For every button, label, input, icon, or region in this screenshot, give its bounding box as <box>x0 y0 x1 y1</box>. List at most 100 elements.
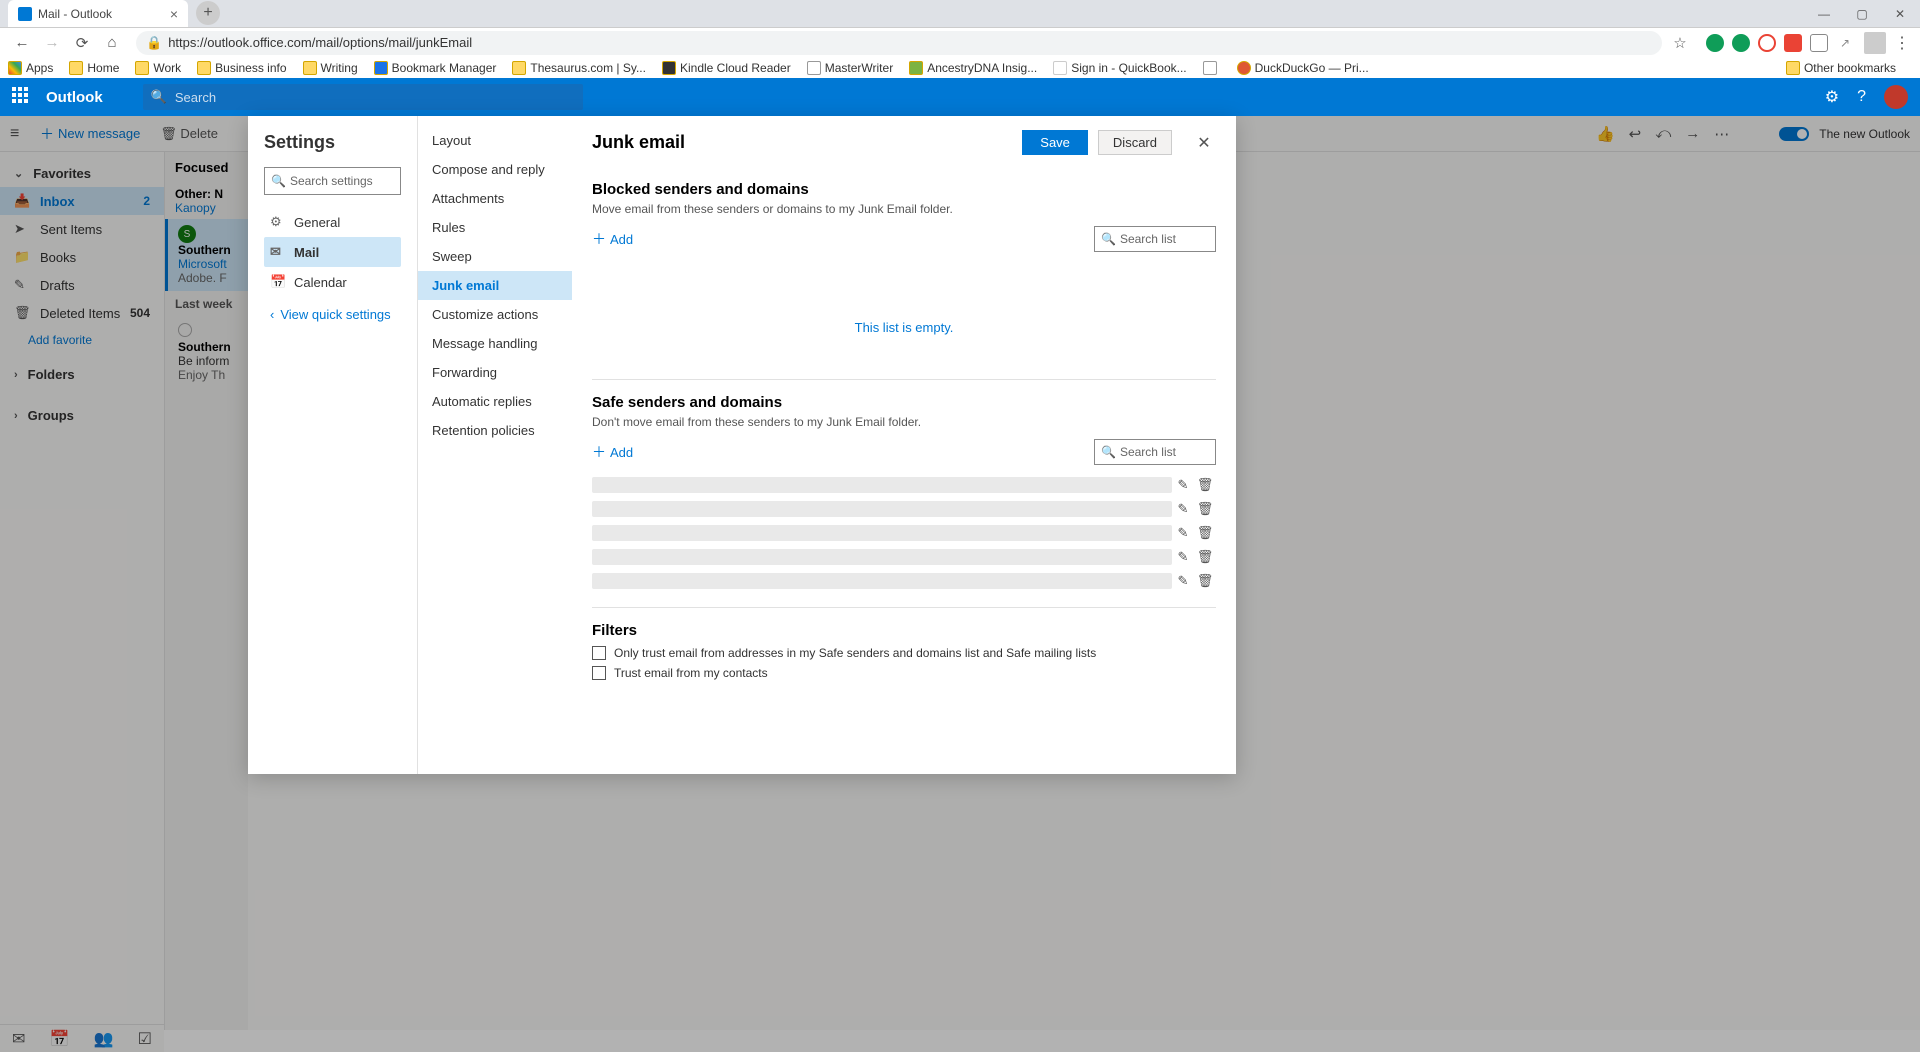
drafts-folder[interactable]: ✎Drafts <box>0 271 164 299</box>
edit-icon[interactable]: ✎ <box>1172 501 1194 517</box>
sub-message-handling[interactable]: Message handling <box>418 329 572 358</box>
browser-tab[interactable]: Mail - Outlook × <box>8 0 188 27</box>
discard-button[interactable]: Discard <box>1098 130 1172 155</box>
forward-button[interactable]: → <box>40 31 64 55</box>
add-safe-button[interactable]: ＋Add <box>592 442 633 462</box>
delete-icon[interactable]: 🗑 <box>1194 477 1216 493</box>
extension-icon[interactable]: ↗ <box>1836 34 1854 52</box>
tab-close-icon[interactable]: × <box>170 6 178 22</box>
edit-icon[interactable]: ✎ <box>1172 525 1194 541</box>
extension-icon[interactable] <box>1784 34 1802 52</box>
bookmark-item[interactable]: DuckDuckGo — Pri... <box>1237 61 1369 75</box>
extension-icon[interactable] <box>1758 34 1776 52</box>
hamburger-icon[interactable]: ≡ <box>10 125 28 143</box>
category-mail[interactable]: ✉Mail <box>264 237 401 267</box>
new-message-button[interactable]: ＋ New message <box>40 124 140 144</box>
bookmark-item[interactable]: AncestryDNA Insig... <box>909 61 1037 75</box>
sub-attachments[interactable]: Attachments <box>418 184 572 213</box>
edit-icon[interactable]: ✎ <box>1172 549 1194 565</box>
user-avatar[interactable] <box>1884 85 1908 109</box>
bookmark-item[interactable]: Work <box>135 61 181 75</box>
reload-button[interactable]: ⟳ <box>70 31 94 55</box>
inbox-folder[interactable]: 📥Inbox2 <box>0 187 164 215</box>
todo-module-icon[interactable]: ☑ <box>138 1029 152 1049</box>
search-box[interactable]: 🔍 Search <box>143 84 583 110</box>
close-icon[interactable]: ✕ <box>1192 133 1216 153</box>
reply-all-icon[interactable]: ⤺ <box>1655 125 1671 143</box>
sub-compose[interactable]: Compose and reply <box>418 155 572 184</box>
message-item[interactable]: Southern Be inform Enjoy Th <box>165 317 248 388</box>
bookmark-item[interactable]: Home <box>69 61 119 75</box>
bookmark-item[interactable]: Thesaurus.com | Sy... <box>512 61 646 75</box>
category-general[interactable]: ⚙General <box>264 207 401 237</box>
bookmark-item[interactable]: Business info <box>197 61 286 75</box>
reply-icon[interactable]: ↩ <box>1629 125 1642 143</box>
other-summary[interactable]: Other: N Kanopy <box>165 183 248 219</box>
checkbox[interactable] <box>592 666 606 680</box>
sub-automatic-replies[interactable]: Automatic replies <box>418 387 572 416</box>
bookmark-star-icon[interactable]: ☆ <box>1668 31 1692 55</box>
favorites-header[interactable]: ⌄Favorites <box>0 160 164 187</box>
message-item[interactable]: SSouthern Microsoft Adobe. F <box>165 219 248 291</box>
bookmark-item[interactable] <box>1203 61 1221 75</box>
settings-search-input[interactable]: 🔍 Search settings <box>264 167 401 195</box>
delete-icon[interactable]: 🗑 <box>1194 573 1216 589</box>
forward-icon[interactable]: → <box>1685 125 1700 143</box>
add-favorite-link[interactable]: Add favorite <box>0 327 164 353</box>
url-field[interactable]: 🔒 https://outlook.office.com/mail/option… <box>136 31 1662 55</box>
app-launcher-icon[interactable] <box>12 87 32 107</box>
bookmark-item[interactable]: Writing <box>303 61 358 75</box>
focused-tab[interactable]: Focused <box>175 160 228 175</box>
deleted-folder[interactable]: 🗑Deleted Items504 <box>0 299 164 327</box>
groups-header[interactable]: ›Groups <box>0 402 164 429</box>
mail-module-icon[interactable]: ✉ <box>12 1029 25 1049</box>
menu-icon[interactable]: ⋮ <box>1894 33 1910 53</box>
extension-icon[interactable] <box>1810 34 1828 52</box>
save-button[interactable]: Save <box>1022 130 1088 155</box>
sub-layout[interactable]: Layout <box>418 126 572 155</box>
filter-row[interactable]: Trust email from my contacts <box>592 663 1216 683</box>
extension-icon[interactable] <box>1732 34 1750 52</box>
settings-gear-icon[interactable]: ⚙ <box>1825 87 1839 107</box>
other-bookmarks[interactable]: Other bookmarks <box>1786 61 1896 75</box>
minimize-button[interactable]: — <box>1810 4 1838 24</box>
bookmark-item[interactable]: Apps <box>8 61 53 75</box>
home-button[interactable]: ⌂ <box>100 31 124 55</box>
back-button[interactable]: ← <box>10 31 34 55</box>
folders-header[interactable]: ›Folders <box>0 361 164 388</box>
search-safe-input[interactable]: 🔍Search list <box>1094 439 1216 465</box>
new-tab-button[interactable]: + <box>196 1 220 25</box>
close-window-button[interactable]: ✕ <box>1886 4 1914 24</box>
people-module-icon[interactable]: 👥 <box>94 1029 114 1049</box>
add-blocked-button[interactable]: ＋Add <box>592 229 633 249</box>
delete-icon[interactable]: 🗑 <box>1194 501 1216 517</box>
bookmark-item[interactable]: MasterWriter <box>807 61 893 75</box>
more-actions-icon[interactable]: ⋯ <box>1714 125 1729 143</box>
bookmark-item[interactable]: Sign in - QuickBook... <box>1053 61 1186 75</box>
new-outlook-toggle[interactable] <box>1779 127 1809 141</box>
search-blocked-input[interactable]: 🔍Search list <box>1094 226 1216 252</box>
edit-icon[interactable]: ✎ <box>1172 573 1194 589</box>
books-folder[interactable]: 📁Books <box>0 243 164 271</box>
extension-icon[interactable] <box>1706 34 1724 52</box>
sub-junk-email[interactable]: Junk email <box>418 271 572 300</box>
like-icon[interactable]: 👍 <box>1596 125 1615 143</box>
bookmark-item[interactable]: Kindle Cloud Reader <box>662 61 791 75</box>
checkbox[interactable] <box>592 646 606 660</box>
bookmark-item[interactable]: Bookmark Manager <box>374 61 497 75</box>
help-icon[interactable]: ? <box>1857 88 1866 106</box>
sent-folder[interactable]: ➤Sent Items <box>0 215 164 243</box>
delete-icon[interactable]: 🗑 <box>1194 525 1216 541</box>
maximize-button[interactable]: ▢ <box>1848 4 1876 24</box>
sub-retention-policies[interactable]: Retention policies <box>418 416 572 445</box>
filter-row[interactable]: Only trust email from addresses in my Sa… <box>592 643 1216 663</box>
delete-button[interactable]: 🗑 Delete <box>160 126 218 142</box>
profile-avatar[interactable] <box>1864 32 1886 54</box>
sub-forwarding[interactable]: Forwarding <box>418 358 572 387</box>
edit-icon[interactable]: ✎ <box>1172 477 1194 493</box>
sub-rules[interactable]: Rules <box>418 213 572 242</box>
sub-customize-actions[interactable]: Customize actions <box>418 300 572 329</box>
sub-sweep[interactable]: Sweep <box>418 242 572 271</box>
delete-icon[interactable]: 🗑 <box>1194 549 1216 565</box>
calendar-module-icon[interactable]: 📅 <box>50 1029 70 1049</box>
